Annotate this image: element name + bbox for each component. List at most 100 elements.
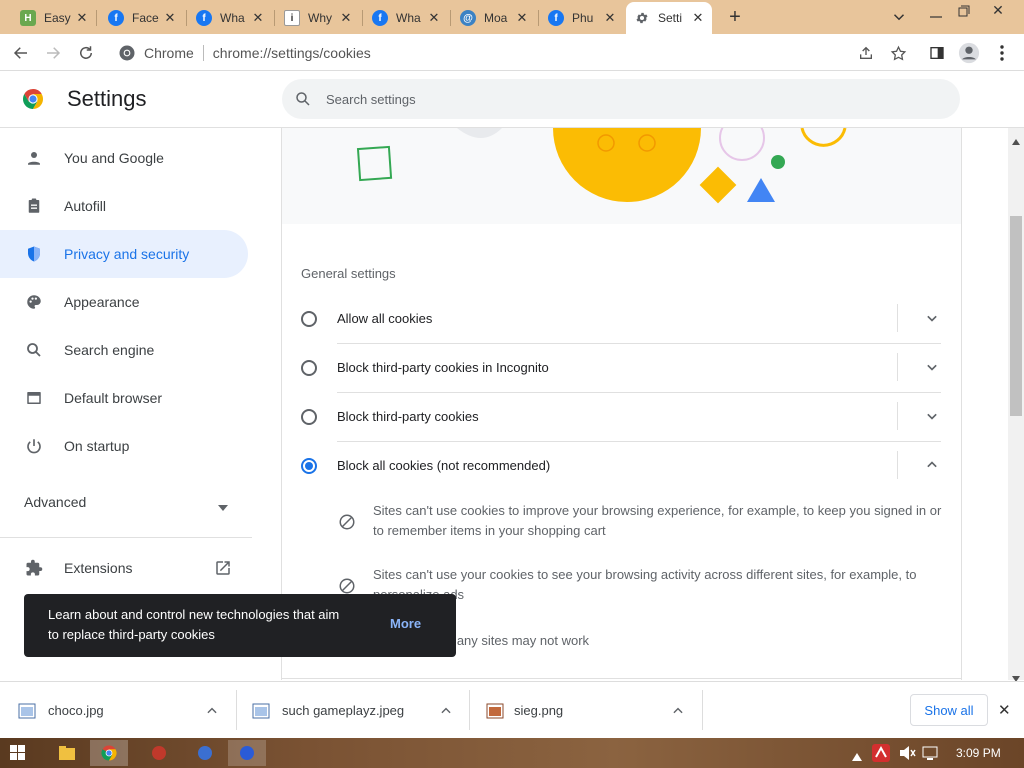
browser-tab[interactable]: @ Moa ✕ <box>452 4 536 32</box>
sidebar-item-search-engine[interactable]: Search engine <box>0 326 248 374</box>
close-icon[interactable]: ✕ <box>514 10 530 26</box>
sidebar-item-label: On startup <box>64 438 130 454</box>
radio-button[interactable] <box>301 310 317 327</box>
toast-message: Learn about and control new technologies… <box>48 607 340 642</box>
sidebar-item-label: Extensions <box>64 560 133 576</box>
url-prefix: chrome:// <box>212 44 272 61</box>
app-media-icon[interactable] <box>228 740 266 766</box>
facebook-icon: f <box>372 10 388 26</box>
radio-button-checked[interactable] <box>301 457 317 474</box>
advanced-label: Advanced <box>24 494 87 510</box>
option-label: Block third-party cookies in Incognito <box>337 360 549 375</box>
browser-tab[interactable]: f Phu ✕ <box>540 4 624 32</box>
toast-more-button[interactable]: More <box>390 616 421 631</box>
browser-tab-active[interactable]: Setti ✕ <box>626 2 712 34</box>
cookie-option-block-incognito[interactable]: Block third-party cookies in Incognito <box>282 343 961 392</box>
app-red-icon[interactable] <box>140 740 178 766</box>
url-path: settings/cookies <box>271 44 371 61</box>
sidebar-item-you-and-google[interactable]: You and Google <box>0 134 248 182</box>
cookie-option-allow-all[interactable]: Allow all cookies <box>282 294 961 343</box>
address-bar[interactable]: Chrome chrome:// settings/cookies <box>108 38 918 67</box>
sidebar-item-appearance[interactable]: Appearance <box>0 278 248 326</box>
chevron-down-icon[interactable] <box>922 406 942 426</box>
cookie-option-block-third-party[interactable]: Block third-party cookies <box>282 392 961 441</box>
browser-tab[interactable]: i Why ✕ <box>276 4 360 32</box>
download-item[interactable]: such gameplayz.jpeg <box>252 682 468 739</box>
scroll-up-arrow[interactable] <box>1012 132 1020 150</box>
sidebar-item-extensions[interactable]: Extensions <box>0 544 248 592</box>
profile-avatar[interactable] <box>956 40 982 66</box>
close-icon[interactable]: ✕ <box>250 10 266 26</box>
close-window-button[interactable]: ✕ <box>988 2 1008 20</box>
share-icon[interactable] <box>853 40 879 66</box>
radio-button[interactable] <box>301 359 317 376</box>
close-icon[interactable]: ✕ <box>162 10 178 26</box>
sidebar-advanced-toggle[interactable]: Advanced <box>0 484 248 520</box>
cookie-option-block-all[interactable]: Block all cookies (not recommended) <box>282 441 961 490</box>
sidebar-item-label: Search engine <box>64 342 155 358</box>
site-label: Chrome <box>144 44 194 61</box>
chevron-up-icon[interactable] <box>922 455 942 475</box>
option-label: Block all cookies (not recommended) <box>337 458 551 473</box>
close-icon[interactable]: ✕ <box>426 10 442 26</box>
browser-tab[interactable]: f Wha ✕ <box>188 4 272 32</box>
file-explorer-icon[interactable] <box>48 740 86 766</box>
close-shelf-icon[interactable]: ✕ <box>998 701 1011 719</box>
bookmark-star-icon[interactable] <box>885 40 911 66</box>
close-icon[interactable]: ✕ <box>338 10 354 26</box>
forward-button[interactable] <box>40 40 66 66</box>
new-tab-button[interactable]: + <box>724 6 746 28</box>
windows-start-icon[interactable] <box>10 745 26 766</box>
reload-button[interactable] <box>73 40 99 66</box>
sidebar-item-autofill[interactable]: Autofill <box>0 182 248 230</box>
search-settings-field[interactable]: Search settings <box>282 79 960 119</box>
network-icon[interactable] <box>922 744 940 767</box>
info-toast: Learn about and control new technologies… <box>24 594 456 657</box>
menu-kebab-icon[interactable] <box>989 40 1015 66</box>
image-file-icon <box>18 702 36 720</box>
chevron-up-icon[interactable] <box>439 704 453 721</box>
sidebar-item-privacy-and-security[interactable]: Privacy and security <box>0 230 248 278</box>
chevron-up-icon[interactable] <box>205 704 219 721</box>
option-label: Block third-party cookies <box>337 409 479 424</box>
restore-button[interactable] <box>954 3 974 21</box>
download-item[interactable]: sieg.png <box>486 682 702 739</box>
chevron-down-icon[interactable] <box>922 357 942 377</box>
radio-button[interactable] <box>301 408 317 425</box>
antivirus-icon[interactable] <box>872 744 890 767</box>
close-icon[interactable]: ✕ <box>690 10 706 26</box>
tab-strip: H Easy ✕ f Face ✕ f Wha ✕ i Why ✕ f Wha … <box>0 0 1024 34</box>
caret-down-icon <box>218 498 228 514</box>
image-file-icon <box>252 702 270 720</box>
app-icon: H <box>20 10 36 26</box>
scrollbar-thumb[interactable] <box>1010 216 1022 416</box>
browser-tab[interactable]: H Easy ✕ <box>12 4 96 32</box>
minimize-button[interactable] <box>926 8 946 26</box>
close-icon[interactable]: ✕ <box>602 10 618 26</box>
palette-icon <box>24 292 44 312</box>
browser-tab[interactable]: f Face ✕ <box>100 4 184 32</box>
taskbar-chrome-icon[interactable] <box>90 740 128 766</box>
clock-time[interactable]: 3:09 PM <box>956 746 1001 760</box>
row-separator <box>897 353 898 381</box>
download-item[interactable]: choco.jpg <box>18 682 236 739</box>
volume-icon[interactable] <box>898 745 916 766</box>
puzzle-icon <box>24 558 44 578</box>
tab-search-icon[interactable] <box>890 8 908 26</box>
gear-icon <box>634 10 650 26</box>
back-button[interactable] <box>8 40 34 66</box>
block-icon <box>338 513 356 531</box>
side-panel-icon[interactable] <box>924 40 950 66</box>
tray-up-arrow-icon[interactable] <box>852 748 862 766</box>
block-icon <box>338 577 356 595</box>
chevron-up-icon[interactable] <box>671 704 685 721</box>
app-blue-icon[interactable] <box>186 740 224 766</box>
chevron-down-icon[interactable] <box>922 308 942 328</box>
sidebar-item-default-browser[interactable]: Default browser <box>0 374 248 422</box>
page-scrollbar[interactable] <box>1008 128 1024 682</box>
sidebar-item-label: Autofill <box>64 198 107 214</box>
close-icon[interactable]: ✕ <box>74 10 90 26</box>
show-all-button[interactable]: Show all <box>910 694 988 726</box>
sidebar-item-on-startup[interactable]: On startup <box>0 422 248 470</box>
browser-tab[interactable]: f Wha ✕ <box>364 4 448 32</box>
